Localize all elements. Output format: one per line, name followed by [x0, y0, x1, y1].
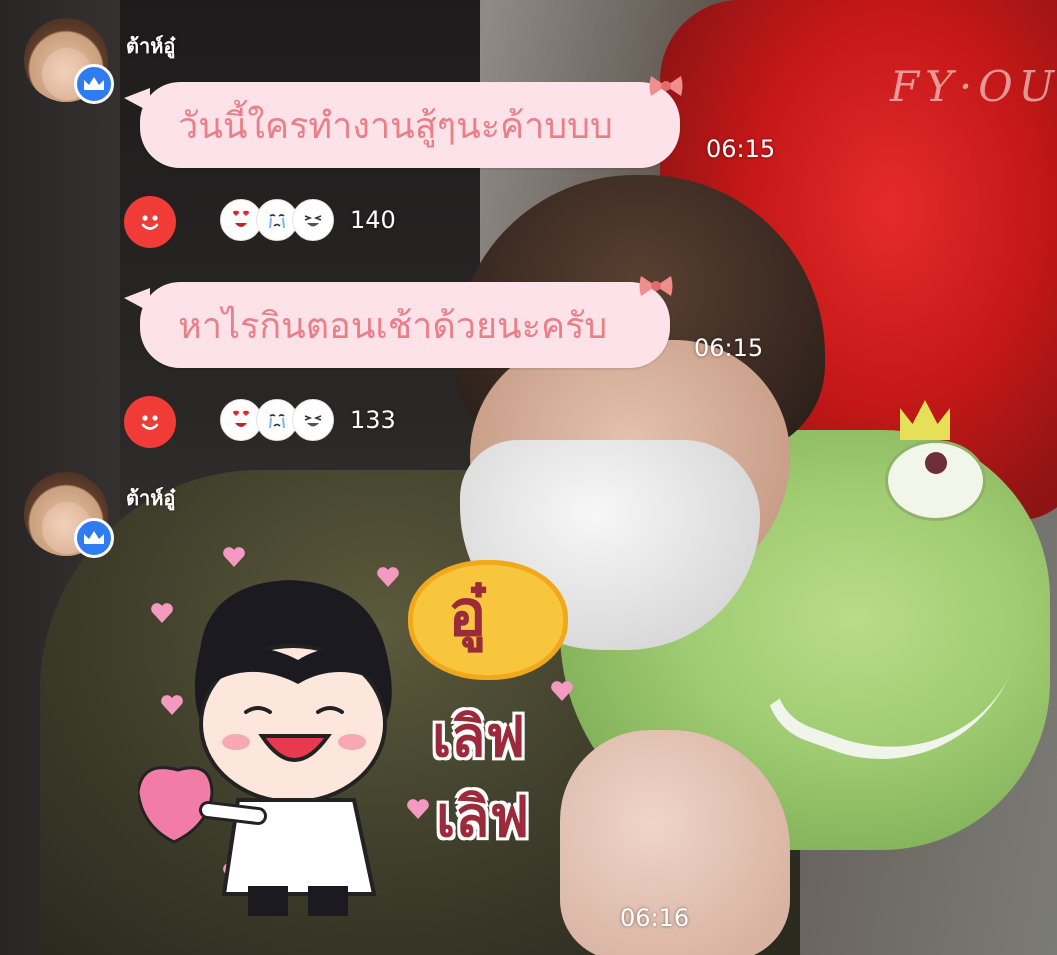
message-time: 06:16	[620, 904, 690, 932]
watermark: FY·OU	[890, 62, 1057, 111]
crown-icon	[74, 64, 114, 104]
bow-icon	[639, 276, 673, 296]
heart-icon	[551, 681, 573, 701]
sticker-text: เลิฟ	[436, 785, 530, 850]
smile-icon	[141, 415, 159, 430]
react-button[interactable]	[124, 196, 176, 248]
sender-name[interactable]: ต้าห์อู๋	[126, 482, 175, 514]
sticker-message[interactable]: อู๋ เลิฟ เลิฟ	[130, 540, 600, 920]
bow-icon	[649, 76, 683, 96]
sticker-title-badge	[408, 560, 568, 680]
sender-avatar[interactable]	[24, 472, 114, 558]
laughing-emoji-icon	[292, 399, 334, 441]
sticker-text: เลิฟ	[432, 705, 526, 770]
sender-avatar[interactable]	[24, 18, 114, 104]
message-text: หาไรกินตอนเช้าด้วยนะครับ	[178, 305, 608, 347]
reaction-count: 133	[350, 406, 396, 434]
message-time: 06:15	[706, 135, 776, 163]
message-time: 06:15	[694, 334, 764, 362]
smile-icon	[141, 215, 159, 230]
sender-name[interactable]: ต้าห์อู๋	[126, 30, 175, 62]
message-text: วันนี้ใครทำงานสู้ๆนะค้าบบบ	[178, 105, 613, 147]
crown-icon	[74, 518, 114, 558]
cartoon-boy-icon	[138, 580, 392, 916]
message-bubble[interactable]: วันนี้ใครทำงานสู้ๆนะค้าบบบ	[124, 76, 683, 168]
message-bubble[interactable]: หาไรกินตอนเช้าด้วยนะครับ	[124, 276, 673, 368]
react-button[interactable]	[124, 396, 176, 448]
reaction-summary[interactable]: 140	[220, 199, 396, 241]
sticker-text: อู๋	[448, 577, 487, 651]
reaction-summary[interactable]: 133	[220, 399, 396, 441]
laughing-emoji-icon	[292, 199, 334, 241]
reaction-count: 140	[350, 206, 396, 234]
